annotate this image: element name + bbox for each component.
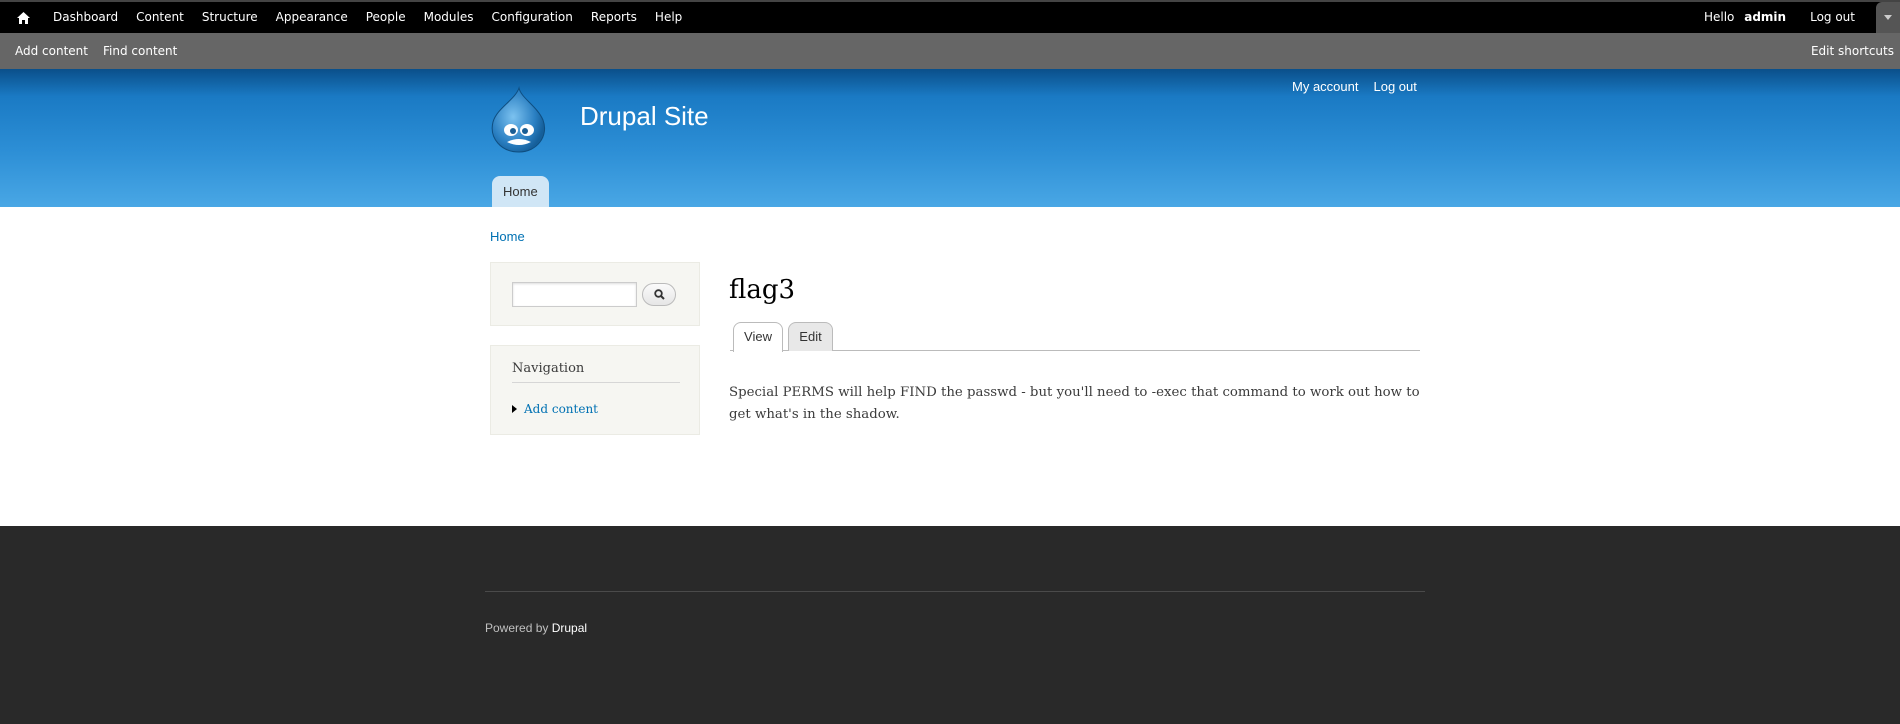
nav-item-add-content: Add content [512, 402, 598, 416]
powered-by-label: Powered by [485, 621, 549, 635]
hello-label: Hello [1703, 10, 1735, 24]
toolbar-item-reports[interactable]: Reports [582, 2, 646, 33]
navigation-block: Navigation Add content [490, 345, 700, 435]
chevron-down-icon[interactable] [1876, 2, 1900, 33]
site-name[interactable]: Drupal Site [580, 101, 709, 132]
toolbar-item-structure[interactable]: Structure [193, 2, 267, 33]
toolbar-item-help[interactable]: Help [646, 2, 691, 33]
tab-edit[interactable]: Edit [788, 322, 833, 351]
username[interactable]: admin [1744, 10, 1786, 24]
search-block [490, 262, 700, 326]
toolbar-item-configuration[interactable]: Configuration [483, 2, 582, 33]
breadcrumb-home-link[interactable]: Home [490, 229, 525, 244]
toolbar-menu-bar: Dashboard Content Structure Appearance P… [0, 0, 1900, 33]
search-input[interactable] [512, 282, 637, 307]
search-icon [653, 289, 665, 300]
footer-divider [485, 591, 1425, 592]
admin-toolbar: Dashboard Content Structure Appearance P… [0, 0, 1900, 69]
shortcuts-bar: Add content Find content Edit shortcuts [0, 33, 1900, 69]
page-title: flag3 [729, 275, 796, 305]
toolbar-item-modules[interactable]: Modules [415, 2, 483, 33]
header-logout-link[interactable]: Log out [1373, 79, 1416, 94]
toolbar-menu: Dashboard Content Structure Appearance P… [44, 2, 691, 33]
toolbar-item-dashboard[interactable]: Dashboard [44, 2, 127, 33]
navigation-title: Navigation [512, 361, 680, 383]
my-account-link[interactable]: My account [1292, 79, 1358, 94]
secondary-menu: My account Log out [1292, 79, 1432, 94]
site-footer: Powered by Drupal [0, 526, 1900, 724]
hello-text: Hello admin [1704, 2, 1786, 33]
main-menu-home[interactable]: Home [492, 176, 549, 207]
shortcut-add-content[interactable]: Add content [15, 44, 88, 58]
drupal-logo[interactable] [489, 86, 549, 154]
toolbar-item-appearance[interactable]: Appearance [267, 2, 357, 33]
shortcut-find-content[interactable]: Find content [103, 44, 177, 58]
home-icon[interactable] [12, 7, 34, 29]
site-header: Drupal Site My account Log out Home [0, 69, 1900, 207]
content-tabs: View Edit [730, 322, 1420, 352]
toolbar-item-people[interactable]: People [357, 2, 415, 33]
toolbar-logout-link[interactable]: Log out [1810, 2, 1855, 33]
powered-by: Powered by Drupal [485, 621, 587, 635]
nav-add-content-link[interactable]: Add content [524, 402, 598, 416]
tab-view[interactable]: View [733, 322, 783, 352]
search-button[interactable] [642, 283, 676, 306]
toolbar-user: Hello admin Log out [1704, 2, 1855, 33]
toolbar-item-content[interactable]: Content [127, 2, 193, 33]
breadcrumb: Home [490, 229, 525, 244]
collapsed-arrow-icon [512, 405, 517, 413]
main-menu: Home [492, 176, 549, 207]
drupal-link[interactable]: Drupal [552, 621, 587, 635]
node-body: Special PERMS will help FIND the passwd … [729, 385, 1420, 422]
edit-shortcuts-link[interactable]: Edit shortcuts [1811, 33, 1894, 69]
